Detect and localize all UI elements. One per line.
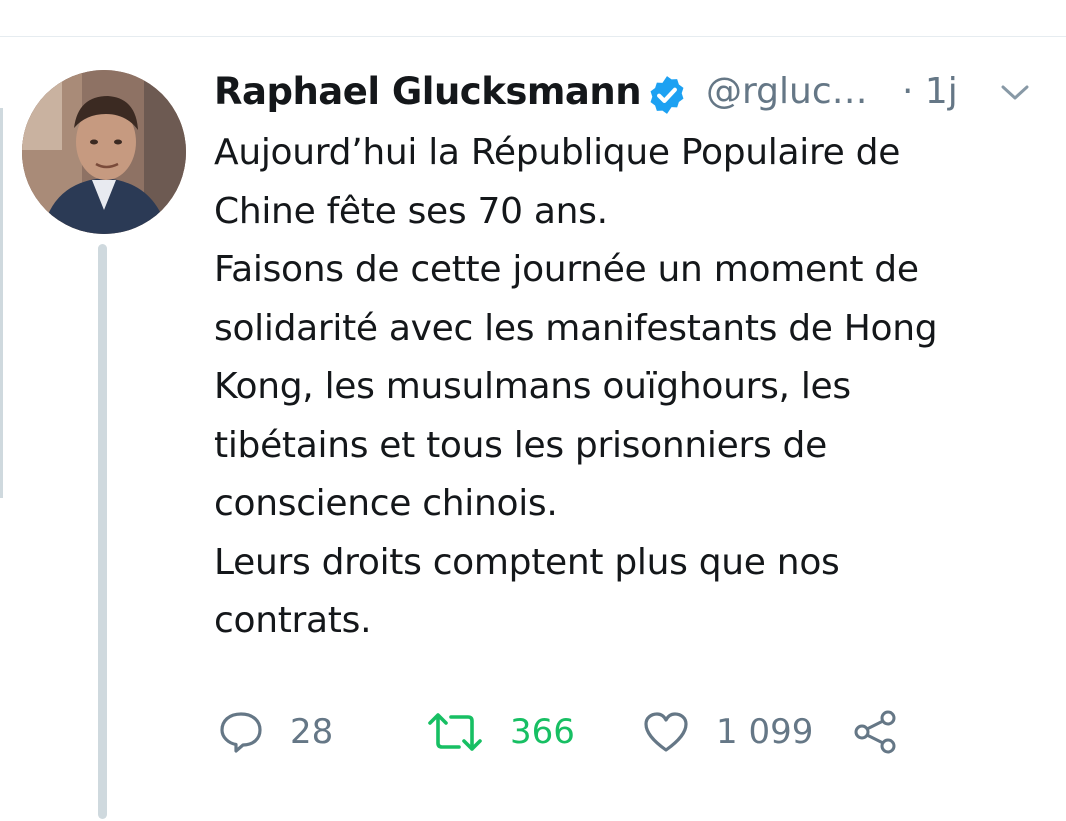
- tweet-text-line: Faisons de cette journée un moment de: [214, 249, 919, 290]
- tweet-text-line: conscience chinois.: [214, 483, 558, 524]
- avatar-photo: [22, 70, 186, 234]
- share-icon: [854, 710, 896, 754]
- like-count: 1 099: [716, 712, 814, 752]
- tweet-text: Aujourd’hui la République Populaire de C…: [214, 124, 1044, 651]
- tweet-text-line: Aujourd’hui la République Populaire de: [214, 132, 901, 173]
- tweet-timestamp[interactable]: · 1j: [902, 71, 958, 112]
- author-name[interactable]: Raphael Glucksmann: [214, 70, 642, 113]
- tweet-text-line: Leurs droits comptent plus que nos: [214, 541, 840, 583]
- verified-badge-icon: [650, 76, 684, 114]
- chevron-down-icon[interactable]: [1000, 82, 1030, 104]
- tweet-text-line: Kong, les musulmans ouïghours, les: [214, 366, 851, 407]
- tweet-text-line: contrats.: [214, 600, 372, 641]
- left-edge-bar: [0, 108, 3, 498]
- avatar[interactable]: [22, 70, 186, 234]
- reply-count: 28: [290, 712, 334, 752]
- thread-line: [98, 244, 107, 819]
- tweet-header: Raphael Glucksmann @rgluc… · 1j: [214, 66, 1044, 124]
- retweet-icon: [428, 713, 482, 751]
- top-divider: [0, 36, 1066, 37]
- tweet-actions: 28 366 1 099: [214, 700, 914, 764]
- retweet-button[interactable]: 366: [426, 700, 575, 764]
- tweet-text-line: Chine fête ses 70 ans.: [214, 190, 608, 232]
- reply-button[interactable]: 28: [218, 700, 333, 764]
- reply-icon: [220, 712, 262, 753]
- tweet-text-line: tibétains et tous les prisonniers de: [214, 424, 827, 466]
- tweet-text-line: solidarité avec les manifestants de Hong: [214, 307, 938, 349]
- retweet-count: 366: [510, 712, 575, 752]
- author-handle[interactable]: @rgluc…: [706, 71, 868, 112]
- like-button[interactable]: 1 099: [642, 700, 813, 764]
- share-button[interactable]: [850, 700, 900, 764]
- heart-icon: [644, 712, 688, 752]
